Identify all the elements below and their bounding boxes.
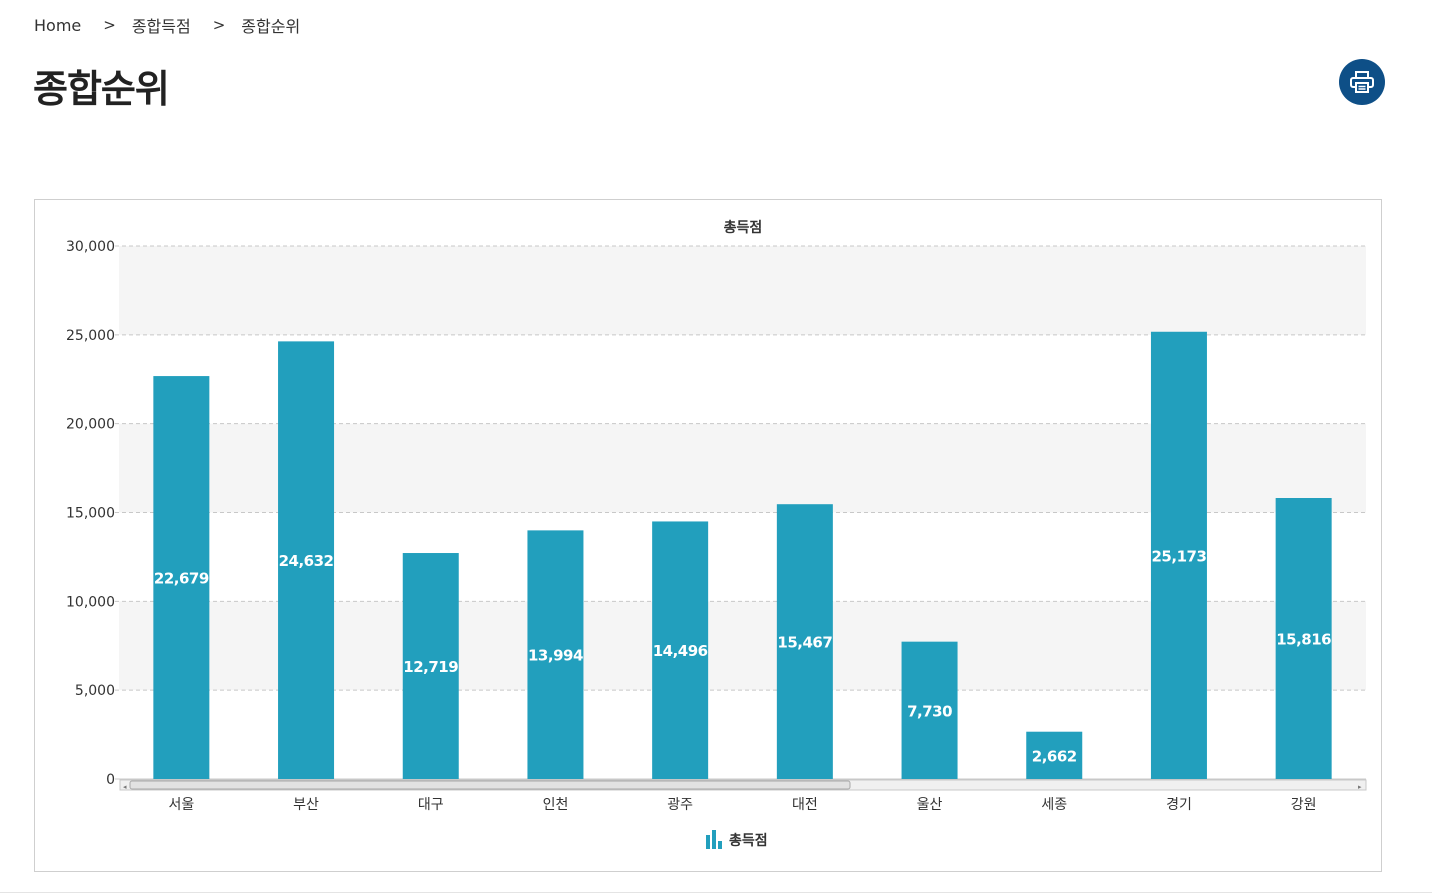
x-tick-label: 광주: [667, 797, 693, 813]
x-tick-label: 부산: [293, 797, 319, 813]
x-tick-label: 인천: [543, 797, 569, 813]
breadcrumb-overall-ranking: 종합순위: [241, 17, 301, 36]
scroll-left-arrow[interactable]: ◂: [123, 783, 127, 791]
bar-value-label: 7,730: [907, 702, 952, 720]
scrollbar-thumb[interactable]: [129, 780, 851, 790]
bar-value-label: 25,173: [1152, 547, 1207, 565]
bar-chart-icon: [706, 830, 722, 849]
bar-value-label: 2,662: [1032, 747, 1077, 765]
bar-chart: 0 5,000 10,000 15,000 20,000 25,000 30,000 22,…: [66, 219, 1367, 849]
bar-value-label: 13,994: [528, 647, 583, 665]
breadcrumb-separator: >: [212, 16, 226, 34]
y-tick-label: 15,000: [66, 506, 115, 522]
chart-title: 총득점: [724, 219, 763, 236]
breadcrumb-separator: >: [103, 16, 116, 34]
horizontal-scrollbar[interactable]: ◂ ▸: [119, 779, 1367, 791]
breadcrumb: Home > 종합득점 > 종합순위: [34, 13, 300, 37]
y-tick-label: 10,000: [66, 594, 115, 610]
divider: [0, 892, 1432, 893]
x-tick-label: 세종: [1041, 797, 1067, 813]
x-tick-label: 서울: [168, 797, 194, 813]
scroll-right-arrow[interactable]: ▸: [1358, 783, 1362, 791]
breadcrumb-total-score[interactable]: 종합득점: [132, 13, 191, 37]
grid-band: [119, 246, 1366, 335]
y-tick-label: 0: [106, 772, 115, 788]
chart-legend[interactable]: 총득점: [706, 830, 768, 849]
printer-icon: [1350, 71, 1374, 93]
x-tick-label: 경기: [1166, 797, 1192, 813]
bar-value-label: 24,632: [279, 552, 334, 570]
legend-label: 총득점: [729, 832, 768, 849]
y-tick-label: 30,000: [66, 239, 115, 255]
x-tick-label: 강원: [1291, 797, 1317, 813]
y-tick-label: 25,000: [66, 328, 115, 344]
page-title: 종합순위: [33, 67, 170, 111]
bar-value-label: 12,719: [403, 658, 458, 676]
x-tick-label: 대구: [418, 797, 444, 813]
bar-value-label: 22,679: [154, 570, 209, 588]
breadcrumb-home[interactable]: Home: [34, 16, 81, 35]
bar-value-label: 15,816: [1276, 631, 1331, 649]
print-button[interactable]: [1339, 59, 1385, 105]
x-tick-label: 대전: [792, 797, 818, 813]
y-tick-label: 20,000: [66, 417, 115, 433]
bar-value-label: 15,467: [777, 634, 832, 652]
chart-container: 0 5,000 10,000 15,000 20,000 25,000 30,000 22,…: [34, 199, 1382, 872]
bar-value-label: 14,496: [653, 642, 708, 660]
x-tick-label: 울산: [917, 797, 943, 813]
y-tick-label: 5,000: [75, 683, 115, 699]
